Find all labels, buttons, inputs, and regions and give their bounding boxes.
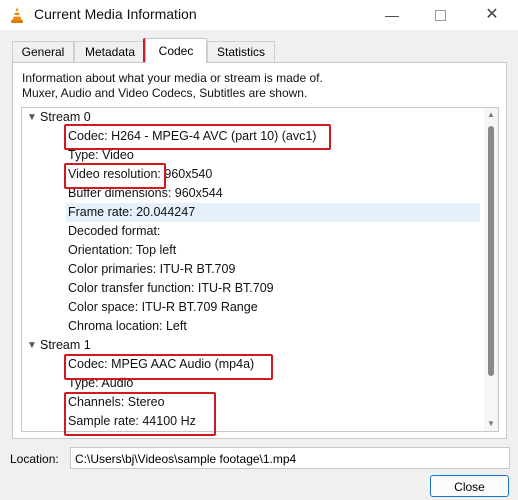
window-title: Current Media Information	[34, 6, 197, 22]
tree-item[interactable]: Chroma location: Left	[68, 317, 187, 336]
location-label: Location:	[10, 452, 59, 466]
tree-item[interactable]: Color primaries: ITU-R BT.709	[68, 260, 235, 279]
scrollbar-thumb[interactable]	[488, 126, 494, 376]
tree-item[interactable]: Orientation: Top left	[68, 241, 176, 260]
close-window-button[interactable]: ✕	[472, 2, 512, 28]
tree-item[interactable]: Channels: Stereo	[68, 393, 165, 412]
tab-codec[interactable]: Codec	[145, 38, 207, 63]
tree-item[interactable]: Color transfer function: ITU-R BT.709	[68, 279, 274, 298]
tree-node-stream-0[interactable]: ▼ Stream 0	[22, 108, 484, 127]
tab-statistics[interactable]: Statistics	[207, 41, 275, 62]
tree-item[interactable]: Sample rate: 44100 Hz	[68, 412, 196, 431]
scroll-down-arrow-icon[interactable]: ▼	[484, 417, 498, 431]
tree-item[interactable]: Type: Video	[68, 146, 134, 165]
minimize-button[interactable]: —	[372, 2, 412, 28]
tab-metadata[interactable]: Metadata	[74, 41, 146, 62]
location-field[interactable]: C:\Users\bj\Videos\sample footage\1.mp4	[70, 447, 510, 469]
info-text: Information about what your media or str…	[22, 71, 323, 101]
scroll-up-arrow-icon[interactable]: ▲	[484, 108, 498, 122]
tree-item[interactable]: Decoded format:	[68, 222, 160, 241]
close-button[interactable]: Close	[430, 475, 509, 497]
title-bar: Current Media Information — ✕	[0, 0, 518, 30]
info-line-2: Muxer, Audio and Video Codecs, Subtitles…	[22, 86, 308, 100]
vlc-cone-icon	[11, 7, 23, 23]
chevron-down-icon[interactable]: ▼	[26, 108, 38, 127]
maximize-icon	[434, 9, 446, 21]
codec-panel: Information about what your media or str…	[12, 62, 507, 439]
info-line-1: Information about what your media or str…	[22, 71, 323, 85]
tree-item[interactable]: Type: Audio	[68, 374, 133, 393]
tree-item[interactable]: Video resolution: 960x540	[68, 165, 212, 184]
tree-item[interactable]: Buffer dimensions: 960x544	[68, 184, 223, 203]
tab-general[interactable]: General	[12, 41, 74, 62]
maximize-button[interactable]	[420, 2, 460, 28]
codec-tree[interactable]: ▼ Stream 0 Codec: H264 - MPEG-4 AVC (par…	[21, 107, 499, 432]
tree-node-stream-1[interactable]: ▼ Stream 1	[22, 336, 484, 355]
minimize-icon: —	[385, 7, 399, 23]
vertical-scrollbar[interactable]: ▲ ▼	[484, 108, 498, 431]
chevron-down-icon[interactable]: ▼	[26, 336, 38, 355]
tree-item-selected[interactable]: Frame rate: 20.044247	[66, 203, 480, 222]
tree-item[interactable]: Codec: MPEG AAC Audio (mp4a)	[68, 355, 254, 374]
close-icon: ✕	[485, 6, 499, 23]
tree-item[interactable]: Color space: ITU-R BT.709 Range	[68, 298, 258, 317]
tree-item[interactable]: Codec: H264 - MPEG-4 AVC (part 10) (avc1…	[68, 127, 316, 146]
